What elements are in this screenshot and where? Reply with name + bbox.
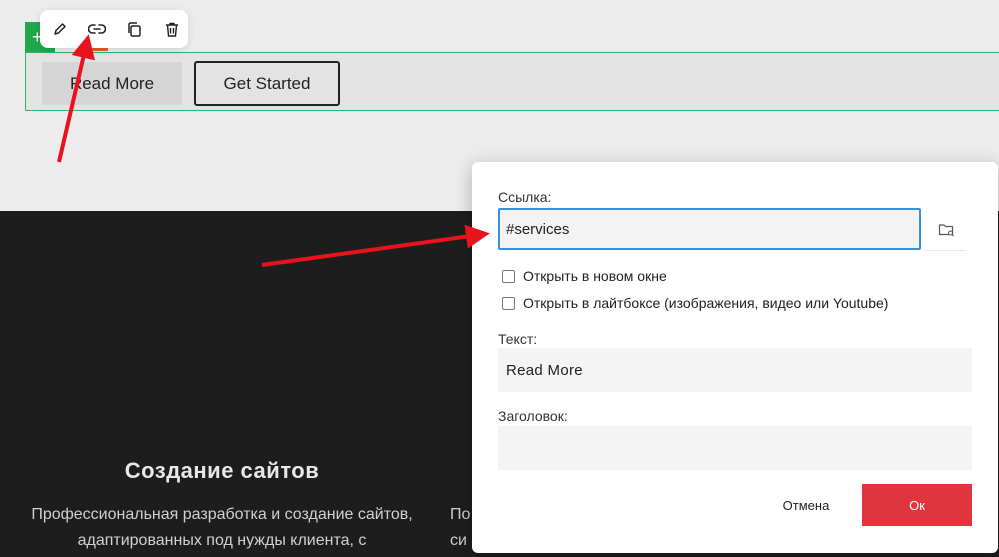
text-input[interactable]: Read More [498,348,972,392]
link-label: Ссылка: [498,189,552,205]
folder-divider [924,250,966,251]
service-description: Профессиональная разработка и создание с… [31,506,413,549]
cancel-button[interactable]: Отмена [764,484,848,526]
folder-browse-icon[interactable] [938,222,956,238]
link-settings-dialog: Ссылка: Открыть в новом окне Открыть в л… [472,162,998,553]
read-more-button[interactable]: Read More [42,62,182,105]
open-lightbox-label: Открыть в лайтбоксе (изображения, видео … [523,295,889,311]
title-input[interactable] [498,426,972,470]
title-label: Заголовок: [498,408,568,424]
open-lightbox-row[interactable]: Открыть в лайтбоксе (изображения, видео … [502,295,888,311]
service-title: Создание сайтов [124,458,320,483]
get-started-button[interactable]: Get Started [194,61,340,106]
open-new-window-checkbox[interactable] [502,269,515,283]
pencil-icon[interactable] [50,19,70,39]
open-new-window-row[interactable]: Открыть в новом окне [502,268,667,284]
link-icon[interactable] [87,19,107,39]
element-toolbar [40,10,188,48]
ok-button[interactable]: Ок [862,484,972,526]
text-label: Текст: [498,331,538,347]
service-description-partial: По сист [450,506,471,549]
open-new-window-label: Открыть в новом окне [523,268,667,284]
link-input[interactable] [498,208,921,250]
open-lightbox-checkbox[interactable] [502,296,515,310]
trash-icon[interactable] [162,19,182,39]
duplicate-icon[interactable] [124,19,144,39]
